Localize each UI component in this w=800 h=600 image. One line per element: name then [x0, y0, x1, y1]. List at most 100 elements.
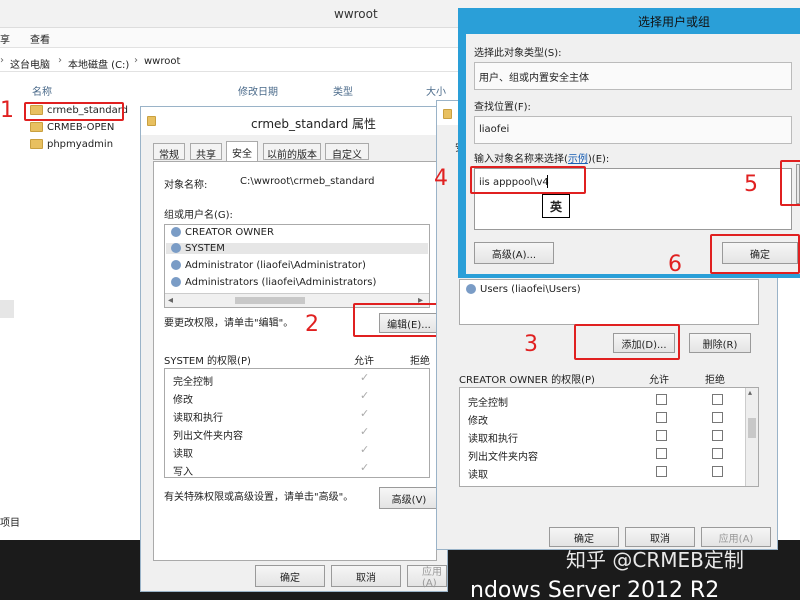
list-item[interactable]: Administrators (liaofei\Administrators)	[171, 277, 376, 288]
allow-checkbox[interactable]	[656, 430, 667, 441]
scroll-up-icon[interactable]: ▴	[748, 388, 752, 397]
user-list[interactable]: CREATOR OWNER SYSTEM Administrator (liao…	[164, 224, 430, 308]
step-3: 3	[524, 332, 538, 357]
advanced-button[interactable]: 高级(A)...	[474, 242, 554, 264]
tab-sharing[interactable]: 共享	[190, 143, 222, 161]
user-group-icon	[466, 284, 476, 294]
user-group-icon	[171, 243, 181, 253]
apply-button[interactable]: 应用(A)	[407, 565, 447, 589]
perm-label: CREATOR OWNER 的权限(P)	[459, 375, 595, 386]
list-item[interactable]: Users (liaofei\Users)	[466, 284, 581, 295]
highlight-ok-button	[710, 234, 800, 274]
object-type-value: 用户、组或内置安全主体	[479, 73, 589, 84]
object-name-value: C:\wwroot\crmeb_standard	[240, 176, 375, 187]
col-type[interactable]: 类型	[333, 83, 353, 98]
location-field: liaofei	[474, 116, 792, 144]
file-row[interactable]: CRMEB-OPEN	[30, 122, 114, 136]
perm-item: 读取	[468, 470, 488, 481]
user-name: Administrator (liaofei\Administrator)	[185, 260, 366, 271]
perm-item: 完全控制	[468, 398, 508, 409]
advanced-hint: 有关特殊权限或高级设置，请单击"高级"。	[164, 492, 354, 503]
perm-item: 写入	[173, 467, 193, 478]
list-item[interactable]: Administrator (liaofei\Administrator)	[171, 260, 366, 271]
perm-item: 列出文件夹内容	[173, 431, 243, 442]
file-name: CRMEB-OPEN	[47, 122, 115, 133]
tab-security[interactable]: 安全	[226, 141, 258, 161]
highlight-check-names	[780, 160, 800, 206]
cancel-button[interactable]: 取消	[331, 565, 401, 587]
tab-general[interactable]: 常规	[153, 143, 185, 161]
scroll-thumb[interactable]	[748, 418, 756, 438]
scroll-thumb[interactable]	[235, 297, 305, 304]
nav-pane-strip	[0, 300, 14, 318]
allow-header: 允许	[354, 356, 374, 367]
deny-checkbox[interactable]	[712, 394, 723, 405]
group-label: 组或用户名(G):	[164, 210, 233, 221]
file-name: phpmyadmin	[47, 139, 114, 150]
tab-previous-versions[interactable]: 以前的版本	[263, 143, 321, 161]
allow-header: 允许	[649, 375, 669, 386]
check-icon: ✓	[360, 407, 370, 420]
step-4: 4	[434, 166, 448, 191]
user-name: CREATOR OWNER	[185, 227, 274, 238]
col-date[interactable]: 修改日期	[238, 83, 278, 98]
perm-item: 写入	[468, 484, 488, 486]
scroll-left-icon[interactable]: ◂	[168, 295, 173, 306]
col-size[interactable]: 大小	[426, 83, 446, 98]
ok-button[interactable]: 确定	[255, 565, 325, 587]
folder-icon	[30, 122, 43, 132]
user-icon	[171, 260, 181, 270]
deny-checkbox[interactable]	[712, 448, 723, 459]
ime-label: 英	[549, 199, 562, 214]
object-type-label: 选择此对象类型(S):	[474, 48, 562, 59]
step-1: 1	[0, 98, 14, 123]
allow-checkbox[interactable]	[656, 394, 667, 405]
user-group-icon	[171, 277, 181, 287]
status-text: 项目	[0, 518, 20, 529]
user-name: SYSTEM	[185, 243, 225, 254]
perm-item: 读取和执行	[173, 413, 223, 424]
chevron-right-icon: ›	[134, 55, 138, 66]
advanced-button[interactable]: 高级(V)	[379, 487, 439, 509]
tab-customize[interactable]: 自定义	[325, 143, 369, 161]
object-type-field: 用户、组或内置安全主体	[474, 62, 792, 90]
check-icon: ✓	[360, 443, 370, 456]
list-item[interactable]: SYSTEM	[166, 243, 428, 254]
breadcrumb-this-pc[interactable]: 这台电脑	[10, 56, 50, 71]
perm-item: 读取和执行	[468, 434, 518, 445]
list-item[interactable]: CREATOR OWNER	[171, 227, 274, 238]
check-icon: ✓	[360, 371, 370, 384]
perm-label: SYSTEM 的权限(P)	[164, 356, 251, 367]
user-name: Administrators (liaofei\Administrators)	[185, 277, 377, 288]
deny-checkbox[interactable]	[712, 466, 723, 477]
breadcrumb-drive[interactable]: 本地磁盘 (C:)	[68, 56, 129, 71]
user-name: Users (liaofei\Users)	[480, 284, 581, 295]
examples-link[interactable]: 示例	[568, 154, 588, 165]
deny-checkbox[interactable]	[712, 430, 723, 441]
chevron-right-icon: ›	[58, 55, 62, 66]
perm-item: 列出文件夹内容	[468, 452, 538, 463]
chevron-right-icon: ›	[0, 55, 4, 66]
allow-checkbox[interactable]	[656, 448, 667, 459]
allow-checkbox[interactable]	[656, 412, 667, 423]
user-list-fragment: Users (liaofei\Users)	[459, 279, 759, 325]
remove-button[interactable]: 删除(R)	[689, 333, 751, 353]
location-value: liaofei	[479, 124, 510, 135]
step-5: 5	[744, 172, 758, 197]
folder-icon	[147, 116, 156, 126]
perm-item: 完全控制	[173, 377, 213, 388]
check-icon: ✓	[360, 461, 370, 474]
deny-checkbox[interactable]	[712, 412, 723, 423]
col-name[interactable]: 名称	[32, 83, 52, 98]
properties-titlebar: crmeb_standard 属性	[141, 107, 447, 135]
menu-view[interactable]: 查看	[30, 31, 50, 46]
highlight-name-input	[470, 166, 586, 194]
object-name-label-pre: 输入对象名称来选择(	[474, 154, 568, 165]
properties-title: crmeb_standard 属性	[251, 117, 377, 131]
menu-share[interactable]: 享	[0, 31, 10, 46]
allow-checkbox[interactable]	[656, 466, 667, 477]
highlight-edit-button	[353, 303, 439, 337]
breadcrumb-wwroot[interactable]: wwroot	[144, 56, 180, 67]
file-row[interactable]: phpmyadmin	[30, 139, 113, 153]
vertical-scrollbar[interactable]: ▴	[745, 388, 758, 486]
